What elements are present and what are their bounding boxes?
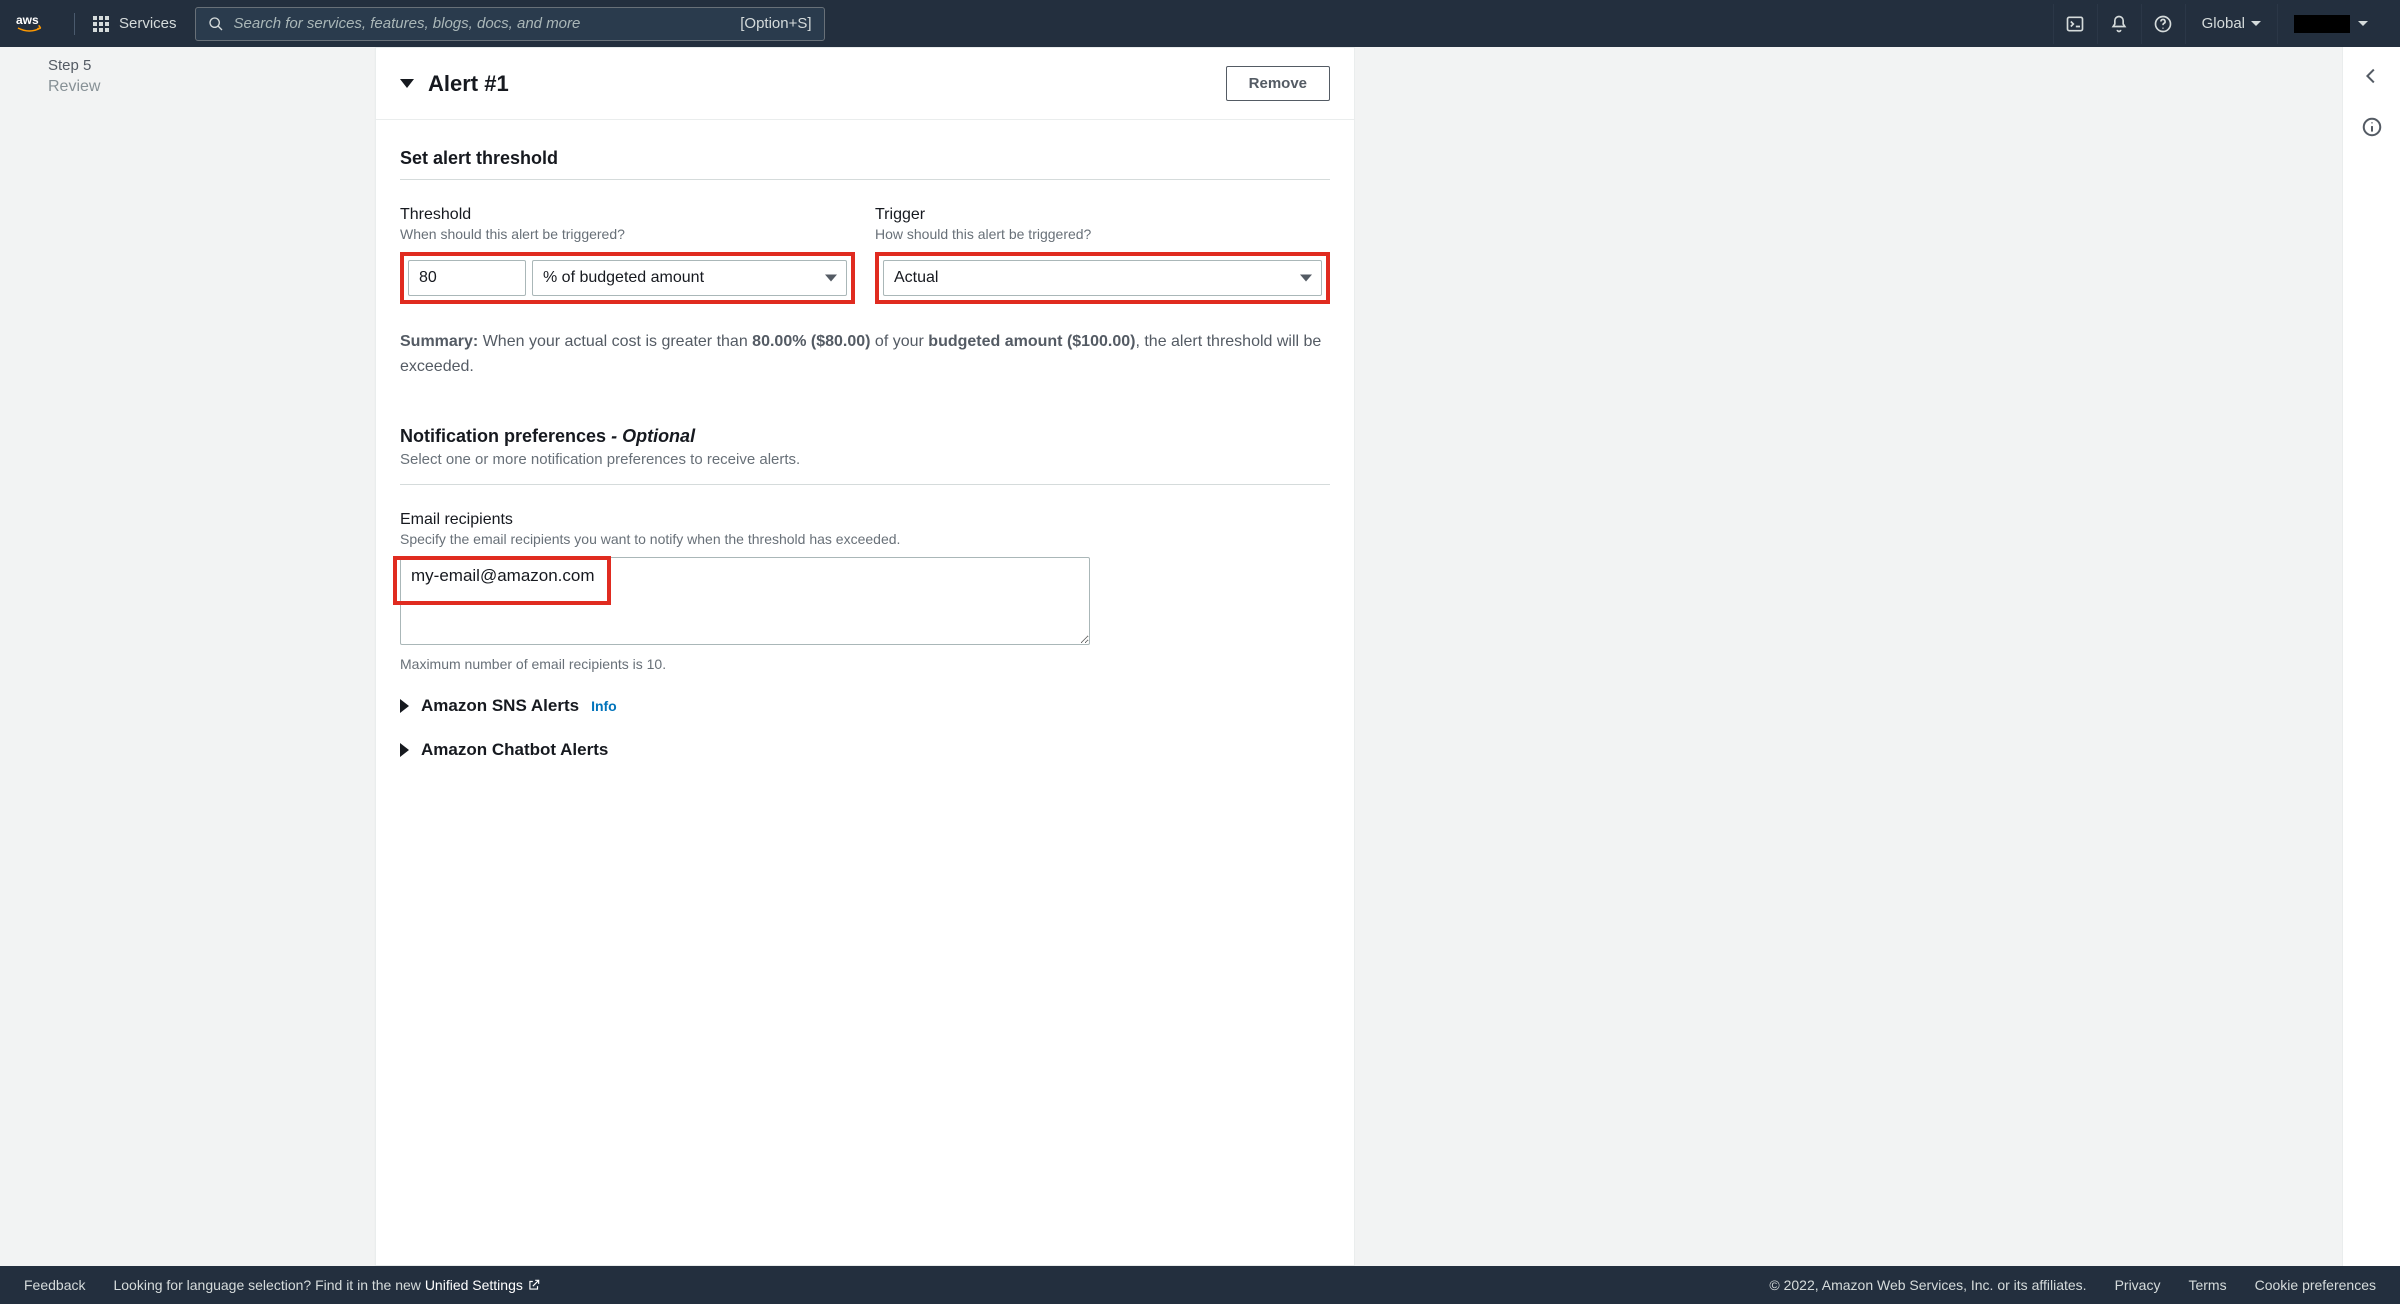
- footer: Feedback Looking for language selection?…: [0, 1266, 2400, 1304]
- external-link-icon: [527, 1278, 541, 1292]
- trigger-controls: [875, 252, 1330, 304]
- trigger-field: Trigger How should this alert be trigger…: [875, 206, 1330, 304]
- trigger-label: Trigger: [875, 206, 1330, 224]
- email-limit: Maximum number of email recipients is 10…: [400, 656, 1330, 672]
- email-heading: Email recipients: [400, 511, 1330, 529]
- panel-collapse-icon[interactable]: [2361, 65, 2383, 90]
- email-textarea-wrap: [400, 557, 1330, 648]
- privacy-link[interactable]: Privacy: [2115, 1277, 2161, 1293]
- sns-label: Amazon SNS Alerts: [421, 696, 579, 716]
- cookie-link[interactable]: Cookie preferences: [2255, 1277, 2376, 1293]
- aws-logo[interactable]: aws: [16, 12, 56, 36]
- lang-prompt-text: Looking for language selection? Find it …: [113, 1277, 424, 1293]
- chevron-down-icon: [2358, 21, 2368, 26]
- expand-icon: [400, 699, 409, 713]
- notification-heading: Notification preferences - Optional: [400, 426, 1330, 447]
- grid-icon: [93, 16, 109, 32]
- chatbot-expander[interactable]: Amazon Chatbot Alerts: [400, 740, 1330, 760]
- unified-settings-link[interactable]: Unified Settings: [425, 1277, 541, 1293]
- email-help: Specify the email recipients you want to…: [400, 531, 1330, 547]
- info-link[interactable]: Info: [591, 698, 617, 714]
- threshold-unit-select[interactable]: [532, 260, 847, 296]
- divider: [74, 13, 75, 35]
- step-title[interactable]: Review: [48, 78, 375, 96]
- terms-link[interactable]: Terms: [2188, 1277, 2226, 1293]
- svg-text:aws: aws: [16, 13, 39, 27]
- top-navigation: aws Services [Option+S]: [0, 0, 2400, 47]
- search-box[interactable]: [Option+S]: [195, 7, 825, 41]
- region-selector[interactable]: Global: [2185, 4, 2277, 44]
- summary: Summary: When your actual cost is greate…: [400, 330, 1330, 380]
- search-shortcut: [Option+S]: [740, 15, 811, 32]
- sns-expander[interactable]: Amazon SNS Alerts Info: [400, 696, 1330, 716]
- expand-icon: [400, 743, 409, 757]
- summary-text: When your actual cost is greater than: [478, 333, 752, 350]
- account-menu[interactable]: [2277, 4, 2384, 44]
- info-icon[interactable]: [2361, 116, 2383, 141]
- search-icon: [208, 16, 224, 32]
- services-menu[interactable]: Services: [93, 15, 177, 32]
- language-prompt: Looking for language selection? Find it …: [113, 1277, 540, 1293]
- chevron-down-icon: [2251, 21, 2261, 26]
- wizard-sidebar: Step 5 Review: [0, 47, 375, 1266]
- email-recipients-input[interactable]: [400, 557, 1090, 645]
- summary-prefix: Summary:: [400, 333, 478, 350]
- step-counter: Step 5: [48, 55, 375, 76]
- right-rail: [2342, 47, 2400, 1266]
- copyright: © 2022, Amazon Web Services, Inc. or its…: [1769, 1277, 2086, 1293]
- threshold-label: Threshold: [400, 206, 855, 224]
- alert-header: Alert #1 Remove: [376, 48, 1354, 120]
- search-input[interactable]: [234, 15, 731, 32]
- summary-text: of your: [870, 333, 928, 350]
- trigger-help: How should this alert be triggered?: [875, 226, 1330, 242]
- collapse-toggle-icon[interactable]: [400, 79, 414, 88]
- threshold-section-heading: Set alert threshold: [400, 148, 1330, 180]
- cloudshell-icon[interactable]: [2053, 4, 2097, 44]
- account-id-redacted: [2294, 15, 2350, 33]
- alert-card: Alert #1 Remove Set alert threshold Thre…: [375, 47, 1355, 1266]
- notification-desc: Select one or more notification preferen…: [400, 451, 1330, 468]
- threshold-help: When should this alert be triggered?: [400, 226, 855, 242]
- notif-optional: - Optional: [611, 426, 695, 446]
- summary-budget: budgeted amount ($100.00): [928, 333, 1135, 350]
- remove-button[interactable]: Remove: [1226, 66, 1330, 101]
- help-icon[interactable]: [2141, 4, 2185, 44]
- trigger-value[interactable]: [883, 260, 1322, 296]
- main-content: Step 5 Review Alert #1 Remove Set alert …: [0, 47, 2400, 1266]
- feedback-link[interactable]: Feedback: [24, 1277, 85, 1293]
- notifications-icon[interactable]: [2097, 4, 2141, 44]
- threshold-field: Threshold When should this alert be trig…: [400, 206, 855, 304]
- region-label: Global: [2202, 15, 2245, 32]
- chatbot-label: Amazon Chatbot Alerts: [421, 740, 608, 760]
- trigger-select[interactable]: [883, 260, 1322, 296]
- unified-label: Unified Settings: [425, 1277, 523, 1293]
- threshold-controls: [400, 252, 855, 304]
- threshold-unit-value[interactable]: [532, 260, 847, 296]
- notif-title: Notification preferences: [400, 426, 606, 446]
- services-label: Services: [119, 15, 177, 32]
- topnav-right: Global: [2053, 4, 2384, 44]
- summary-percent: 80.00% ($80.00): [752, 333, 870, 350]
- alert-title: Alert #1: [428, 71, 509, 97]
- threshold-value-input[interactable]: [408, 260, 526, 296]
